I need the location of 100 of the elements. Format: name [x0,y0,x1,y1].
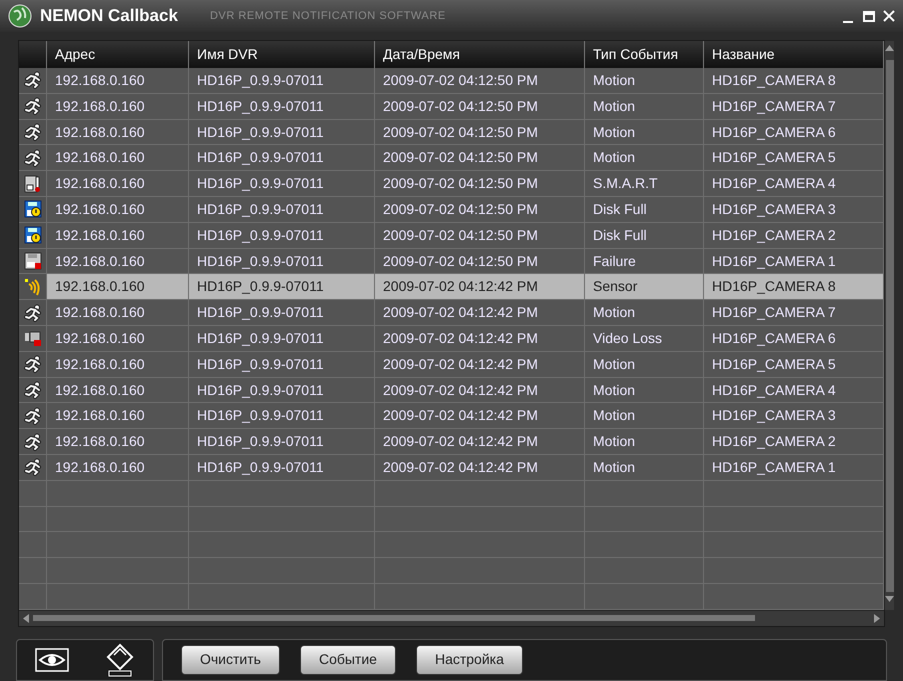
scrollbar-thumb[interactable] [886,60,894,592]
table-cell: 192.168.0.160 [47,429,189,454]
table-cell: 192.168.0.160 [47,300,189,326]
table-row[interactable]: 192.168.0.160 HD16P_0.9.9-07011 2009-07-02 04:12:42 PM Motion HD16P_CAMERA 1 [19,455,884,481]
eye-icon[interactable] [34,648,68,672]
table-cell: HD16P_0.9.9-07011 [189,120,375,144]
table-cell: Sensor [585,274,704,300]
down-arrow-icon[interactable] [885,596,894,602]
table-row[interactable]: 192.168.0.160 HD16P_0.9.9-07011 2009-07-02 04:12:50 PM Motion HD16P_CAMERA 8 [19,68,884,94]
table-cell: HD16P_0.9.9-07011 [189,248,375,274]
table-cell: Disk Full [585,197,704,222]
table-cell: Motion [585,94,704,119]
running-man-icon [24,304,42,322]
table-row[interactable]: 192.168.0.160 HD16P_0.9.9-07011 2009-07-02 04:12:50 PM Motion HD16P_CAMERA 5 [19,145,884,172]
table-cell: 192.168.0.160 [47,94,189,119]
close-icon[interactable] [883,10,895,22]
table-cell: 2009-07-02 04:12:42 PM [375,403,585,428]
table-row[interactable]: 192.168.0.160 HD16P_0.9.9-07011 2009-07-02 04:12:42 PM Motion HD16P_CAMERA 7 [19,300,884,326]
table-cell: Motion [585,378,704,402]
table-row[interactable]: 192.168.0.160 HD16P_0.9.9-07011 2009-07-02 04:12:42 PM Motion HD16P_CAMERA 2 [19,429,884,456]
table-cell: Video Loss [585,326,704,351]
table-cell: 2009-07-02 04:12:50 PM [375,197,585,222]
table-cell: Motion [585,145,704,170]
up-arrow-icon[interactable] [885,45,894,52]
table-cell: HD16P_0.9.9-07011 [189,171,375,196]
table-cell: Motion [585,352,704,377]
table-cell: 192.168.0.160 [47,120,189,144]
table-cell: Motion [585,429,704,454]
table-cell: HD16P_0.9.9-07011 [189,68,375,93]
table-row[interactable]: 192.168.0.160 HD16P_0.9.9-07011 2009-07-02 04:12:42 PM Motion HD16P_CAMERA 5 [19,352,884,378]
table-cell: 2009-07-02 04:12:42 PM [375,429,585,454]
table-cell: 192.168.0.160 [47,145,189,170]
table-cell: HD16P_0.9.9-07011 [189,403,375,428]
table-cell: 2009-07-02 04:12:50 PM [375,68,585,93]
table-cell: Motion [585,300,704,326]
vertical-scrollbar[interactable] [884,41,894,610]
table-cell: Motion [585,120,704,144]
running-man-icon [24,406,42,425]
action-button[interactable]: Настройка [416,644,523,675]
right-arrow-icon[interactable] [874,614,880,623]
table-cell: Motion [585,68,704,93]
table-cell: HD16P_0.9.9-07011 [189,94,375,119]
running-man-icon [24,355,42,374]
action-button[interactable]: Очистить [181,644,280,675]
table-cell: 192.168.0.160 [47,274,189,300]
table-cell: 192.168.0.160 [47,197,189,222]
table-row[interactable]: 192.168.0.160 HD16P_0.9.9-07011 2009-07-02 04:12:42 PM Sensor HD16P_CAMERA 8 [19,274,884,300]
table-cell: 2009-07-02 04:12:42 PM [375,455,585,480]
signal-waves-icon [24,278,42,296]
running-man-icon [24,148,42,167]
maximize-button[interactable] [863,10,875,22]
table-cell: 192.168.0.160 [47,171,189,196]
table-cell: S.M.A.R.T [585,171,704,196]
window-subtitle: DVR REMOTE NOTIFICATION SOFTWARE [210,8,446,24]
thermometer-disk-icon [24,174,42,193]
table-cell: HD16P_0.9.9-07011 [189,326,375,351]
running-man-icon [24,71,42,90]
table-cell: HD16P_0.9.9-07011 [189,274,375,300]
table-cell: 2009-07-02 04:12:42 PM [375,378,585,402]
table-cell: 2009-07-02 04:12:50 PM [375,145,585,170]
table-row[interactable]: 192.168.0.160 HD16P_0.9.9-07011 2009-07-02 04:12:50 PM Motion HD16P_CAMERA 7 [19,94,884,120]
table-cell: HD16P_0.9.9-07011 [189,300,375,326]
table-cell: Failure [585,248,704,274]
table-cell: Motion [585,455,704,480]
table-row[interactable]: 192.168.0.160 HD16P_0.9.9-07011 2009-07-02 04:12:50 PM Motion HD16P_CAMERA 6 [19,120,884,146]
table-cell: 192.168.0.160 [47,68,189,93]
running-man-icon [24,123,42,142]
table-cell: HD16P_0.9.9-07011 [189,378,375,402]
table-row[interactable]: 192.168.0.160 HD16P_0.9.9-07011 2009-07-02 04:12:42 PM Motion HD16P_CAMERA 4 [19,378,884,404]
table-row[interactable]: 192.168.0.160 HD16P_0.9.9-07011 2009-07-02 04:12:50 PM Disk Full HD16P_CAMERA 3 [19,197,884,223]
left-arrow-icon[interactable] [23,614,29,623]
table-cell: 2009-07-02 04:12:50 PM [375,171,585,196]
table-cell: 192.168.0.160 [47,378,189,402]
table-cell: HD16P_0.9.9-07011 [189,352,375,377]
running-man-icon [24,381,42,400]
table-cell: 2009-07-02 04:12:50 PM [375,120,585,144]
table-cell: 2009-07-02 04:12:50 PM [375,94,585,119]
table-cell: 192.168.0.160 [47,352,189,377]
table-cell: 2009-07-02 04:12:50 PM [375,248,585,274]
scrollbar-thumb[interactable] [33,615,755,622]
table-cell: 192.168.0.160 [47,403,189,428]
table-row[interactable]: 192.168.0.160 HD16P_0.9.9-07011 2009-07-02 04:12:42 PM Video Loss HD16P_CAMERA 6 [19,326,884,352]
table-row[interactable]: 192.168.0.160 HD16P_0.9.9-07011 2009-07-02 04:12:50 PM S.M.A.R.T HD16P_CAMERA 4 [19,171,884,198]
window-title: NEMON Callback [40,5,178,28]
table-row[interactable]: 192.168.0.160 HD16P_0.9.9-07011 2009-07-02 04:12:50 PM Disk Full HD16P_CAMERA 2 [19,222,884,249]
table-cell: 2009-07-02 04:12:42 PM [375,300,585,326]
running-man-icon [24,458,42,476]
running-man-icon [24,97,42,116]
table-row[interactable]: 192.168.0.160 HD16P_0.9.9-07011 2009-07-02 04:12:50 PM Failure HD16P_CAMERA 1 [19,248,884,274]
table-row[interactable]: 192.168.0.160 HD16P_0.9.9-07011 2009-07-02 04:12:42 PM Motion HD16P_CAMERA 3 [19,403,884,430]
table-cell: 2009-07-02 04:12:42 PM [375,326,585,351]
globe-icon [8,4,32,28]
table-cell: 2009-07-02 04:12:50 PM [375,222,585,248]
table-cell: HD16P_0.9.9-07011 [189,429,375,454]
table-cell: 2009-07-02 04:12:42 PM [375,352,585,377]
table-cell: HD16P_0.9.9-07011 [189,455,375,480]
table-cell: HD16P_0.9.9-07011 [189,145,375,170]
table-cell: HD16P_0.9.9-07011 [189,197,375,222]
horizontal-scrollbar[interactable] [19,610,884,626]
action-button[interactable]: Событие [300,644,396,675]
